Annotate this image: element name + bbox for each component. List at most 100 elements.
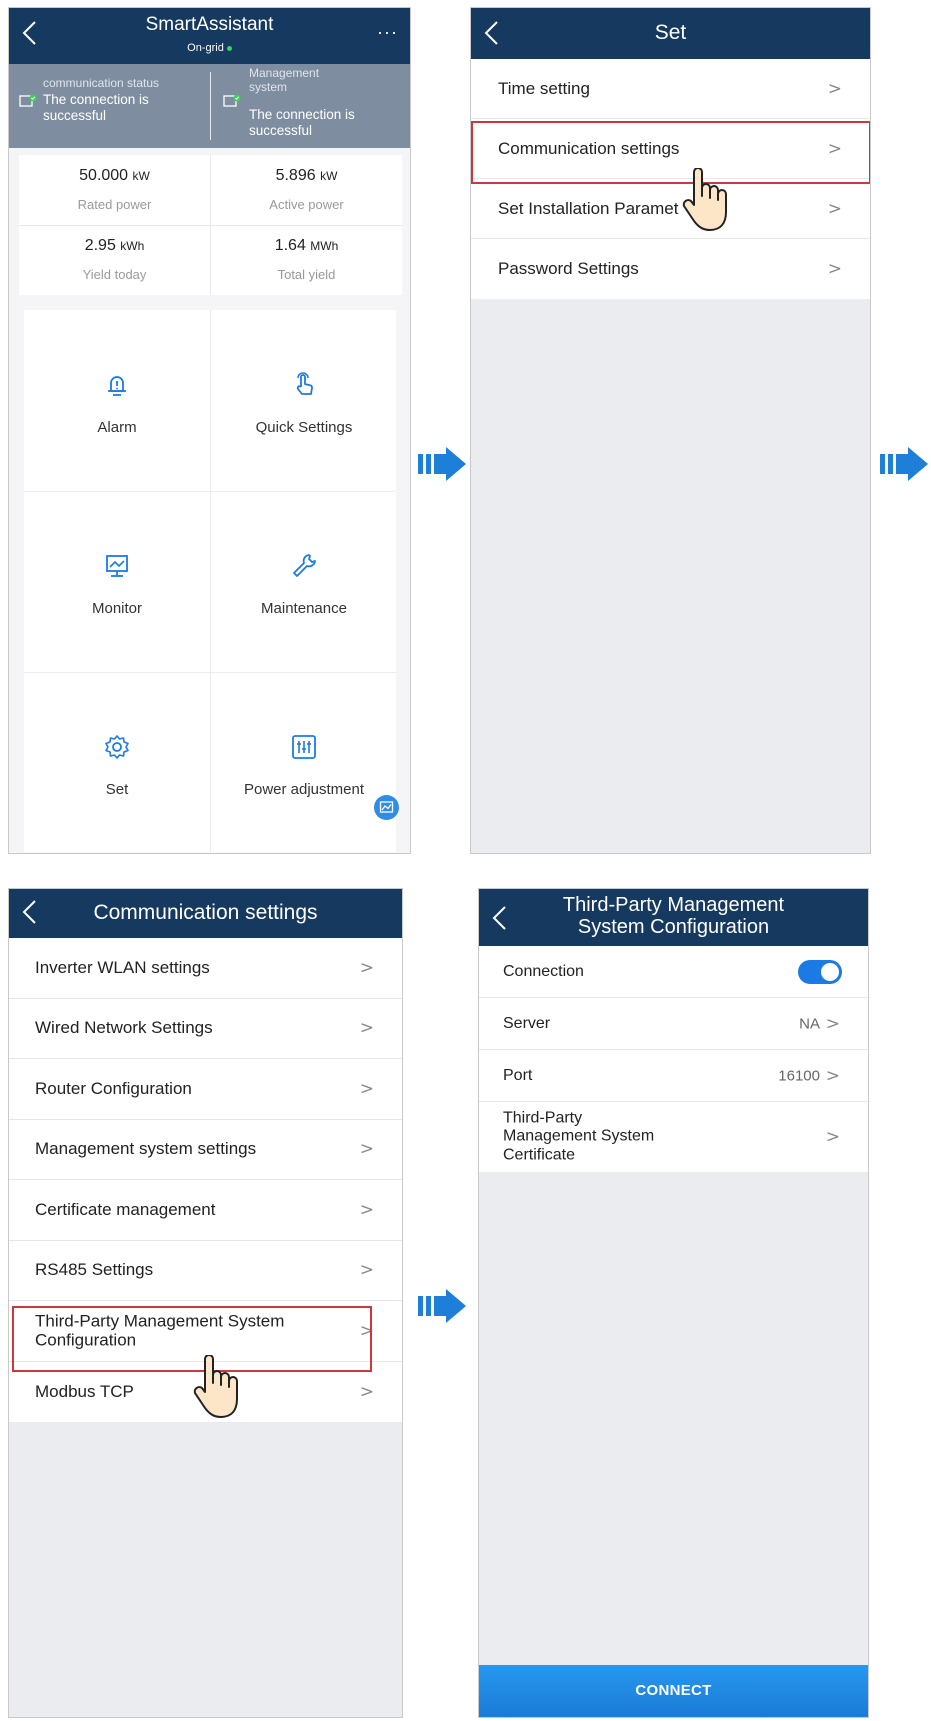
- chevron-right-icon: >: [359, 1381, 374, 1402]
- chevron-right-icon: >: [359, 1199, 374, 1220]
- list-item-label: Certificate management: [35, 1199, 216, 1219]
- chevron-right-icon: >: [825, 1013, 840, 1034]
- kpi-value: 50.000: [79, 167, 129, 184]
- page-title: Set: [654, 21, 687, 44]
- app-title: SmartAssistant: [145, 14, 274, 35]
- grid-status-text: On-grid: [187, 42, 224, 54]
- list-item-label: Management system settings: [35, 1139, 257, 1159]
- server-row[interactable]: Server NA >: [479, 998, 868, 1050]
- chevron-right-icon: >: [359, 1139, 374, 1160]
- kpi-value: 1.64: [274, 237, 306, 254]
- kpi-rated-power: 50.000 kW Rated power: [19, 155, 210, 225]
- list-item-label: Set Installation Paramet: [498, 198, 679, 218]
- kpi-yield-today: 2.95 kWh Yield today: [19, 225, 210, 295]
- comm-status-label: communication status: [43, 76, 160, 90]
- tile-monitor[interactable]: Monitor: [24, 491, 210, 672]
- divider: [19, 225, 402, 226]
- connection-row: Connection: [479, 946, 868, 998]
- tile-label: Monitor: [91, 600, 143, 617]
- tile-alarm[interactable]: Alarm: [24, 310, 210, 491]
- certificate-label: Third-Party Management System Certificat…: [503, 1109, 655, 1164]
- kpi-active-power: 5.896 kW Active power: [211, 155, 402, 225]
- chevron-right-icon: >: [359, 1078, 374, 1099]
- tile-power-adjustment[interactable]: Power adjustment: [211, 672, 397, 853]
- certificate-row[interactable]: Third-Party Management System Certificat…: [479, 1102, 868, 1172]
- status-divider: [210, 72, 211, 140]
- kpi-total-yield: 1.64 MWh Total yield: [211, 225, 402, 295]
- list-item-router-configuration[interactable]: Router Configuration >: [9, 1059, 402, 1120]
- list-item-label: Time setting: [498, 78, 590, 98]
- kpi-label: Yield today: [82, 267, 147, 282]
- kpi-value: 2.95: [84, 237, 116, 254]
- app-header: Set: [471, 8, 870, 59]
- sliders-icon: [292, 735, 316, 759]
- kpi-label: Rated power: [77, 197, 152, 212]
- port-value: 16100: [778, 1067, 820, 1084]
- kpi-panel: 50.000 kW Rated power 5.896 kW Active po…: [19, 155, 402, 295]
- grid-status: On-grid: [9, 42, 410, 54]
- chevron-right-icon: >: [359, 1260, 374, 1281]
- mgmt-system-label: Management system: [249, 66, 320, 94]
- divider: [24, 672, 396, 673]
- flow-arrow-icon: [880, 447, 928, 481]
- mgmt-system-value: The connection is successful: [249, 107, 355, 138]
- list-item-label: RS485 Settings: [35, 1260, 154, 1280]
- tile-label: Set: [105, 781, 129, 798]
- divider: [210, 310, 211, 852]
- chevron-right-icon: >: [825, 1065, 840, 1086]
- monitor-icon: [106, 555, 128, 577]
- page-title-line: System Configuration: [577, 916, 770, 938]
- config-list: Connection Server NA > Port 16100 > Thir…: [479, 946, 868, 1172]
- chevron-right-icon: >: [825, 1127, 840, 1147]
- alarm-bell-icon: [108, 376, 126, 396]
- tile-label: Maintenance: [261, 600, 347, 617]
- highlight-box: [471, 121, 870, 184]
- phone-third-party-config-screen: Third-Party Management System Configurat…: [478, 888, 869, 1718]
- gear-icon: [105, 735, 129, 759]
- chevron-right-icon: >: [827, 259, 842, 279]
- list-item-rs485[interactable]: RS485 Settings >: [9, 1241, 402, 1301]
- toggle-knob: [821, 962, 839, 981]
- touch-hand-icon: [296, 372, 313, 395]
- tile-quick-settings[interactable]: Quick Settings: [211, 310, 397, 491]
- connection-toggle[interactable]: [798, 959, 842, 984]
- phone-communication-settings-screen: Communication settings Inverter WLAN set…: [8, 888, 403, 1718]
- list-item-password-settings[interactable]: Password Settings >: [471, 239, 870, 299]
- list-item-time-setting[interactable]: Time setting >: [471, 59, 870, 119]
- page-title-line: Third-Party Management: [562, 894, 785, 916]
- function-grid: Alarm Quick Settings Monitor Maintenance…: [24, 310, 396, 852]
- list-item-installation-parameters[interactable]: Set Installation Paramet >: [471, 179, 870, 239]
- kpi-label: Active power: [269, 197, 344, 212]
- kpi-unit: kW: [320, 169, 338, 183]
- list-item-label: Router Configuration: [35, 1078, 192, 1098]
- phone-set-screen: Set Time setting > Communication settings…: [470, 7, 871, 854]
- connection-check-icon: [19, 94, 37, 107]
- list-item-wired-network[interactable]: Wired Network Settings >: [9, 999, 402, 1059]
- list-item-label: Wired Network Settings: [35, 1018, 213, 1038]
- list-item-label: Password Settings: [498, 259, 639, 279]
- tile-label: Quick Settings: [255, 419, 353, 436]
- phone-home-screen: SmartAssistant On-grid ··· communication…: [8, 7, 411, 854]
- tile-maintenance[interactable]: Maintenance: [211, 491, 397, 672]
- flow-arrow-icon: [418, 447, 466, 481]
- pointing-hand-icon: [193, 1355, 238, 1418]
- list-item-management-system[interactable]: Management system settings >: [9, 1120, 402, 1180]
- chevron-right-icon: >: [359, 957, 374, 978]
- port-row[interactable]: Port 16100 >: [479, 1050, 868, 1102]
- more-icon[interactable]: ···: [377, 22, 398, 43]
- trend-chart-button[interactable]: [374, 795, 399, 820]
- list-item-inverter-wlan[interactable]: Inverter WLAN settings >: [9, 938, 402, 999]
- page-title: Third-Party Management System Configurat…: [479, 894, 868, 938]
- management-check-icon: [223, 94, 241, 107]
- pointing-hand-icon: [682, 168, 727, 231]
- flow-arrow-icon: [418, 1289, 466, 1323]
- tile-set[interactable]: Set: [24, 672, 210, 853]
- server-label: Server: [503, 1014, 551, 1032]
- tile-label: Power adjustment: [243, 781, 365, 798]
- wrench-icon: [293, 554, 316, 577]
- connect-button[interactable]: CONNECT: [479, 1665, 868, 1717]
- chevron-right-icon: >: [359, 1018, 374, 1039]
- list-item-label: Modbus TCP: [35, 1381, 134, 1401]
- tile-label: Alarm: [97, 419, 137, 436]
- list-item-certificate-management[interactable]: Certificate management >: [9, 1180, 402, 1241]
